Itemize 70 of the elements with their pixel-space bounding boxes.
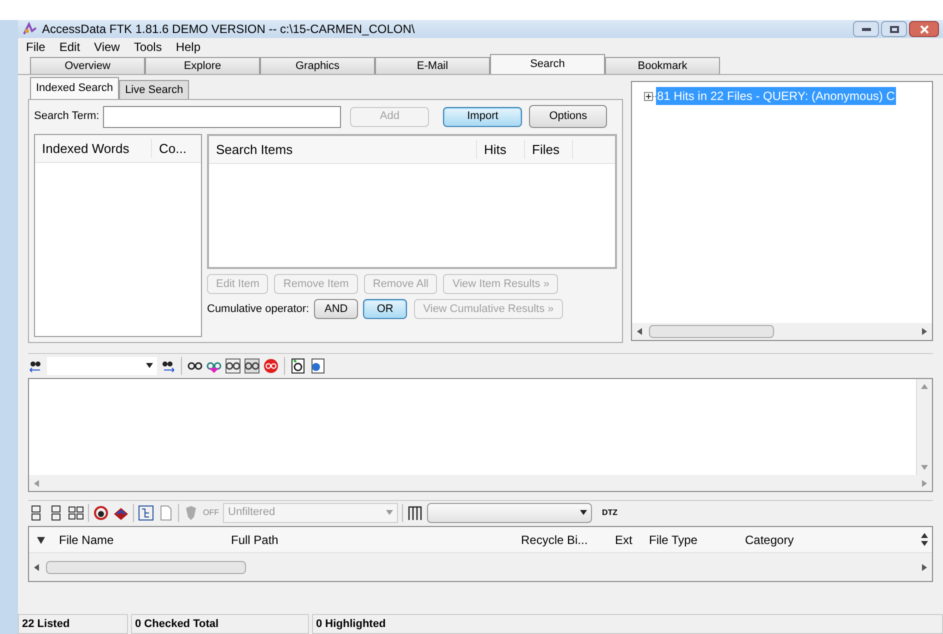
glasses-document-icon[interactable]	[244, 358, 260, 374]
status-field: 0 Highlighted	[312, 614, 943, 634]
window-title: AccessData FTK 1.81.6 DEMO VERSION -- c:\15-CARMEN_COLON\	[42, 21, 415, 38]
expand-icon[interactable]	[644, 92, 653, 100]
dropdown-arrow-icon	[580, 509, 587, 516]
menu-item[interactable]: File	[26, 38, 46, 56]
tab[interactable]: Bookmark	[605, 57, 720, 74]
columns-icon[interactable]	[407, 504, 423, 520]
term-button[interactable]: Import	[443, 106, 522, 126]
column-header[interactable]: Hits	[477, 140, 525, 160]
scroll-left-icon	[33, 564, 40, 570]
dropdown-field[interactable]	[427, 502, 592, 522]
horizontal-scrollbar[interactable]	[632, 323, 932, 340]
term-button[interactable]: Options	[529, 105, 608, 128]
close-icon	[920, 24, 928, 34]
page-icon[interactable]	[158, 504, 174, 520]
dropdown-arrow-icon	[386, 509, 393, 516]
grid-icon[interactable]	[68, 504, 84, 520]
column-header[interactable]: Co...	[152, 138, 194, 158]
horizontal-scrollbar[interactable]	[29, 553, 932, 581]
tree-view-icon[interactable]	[138, 504, 154, 520]
horizontal-scrollbar[interactable]	[29, 475, 932, 491]
scroll-down-icon	[921, 464, 928, 471]
cumulative-operator-label: Cumulative operator:	[207, 302, 310, 317]
web-page-icon[interactable]	[309, 358, 325, 374]
sort-icon[interactable]	[36, 534, 46, 544]
column-header[interactable]: Search Items	[209, 140, 477, 160]
tab[interactable]: Search	[490, 54, 605, 74]
glasses-document-icon[interactable]	[225, 358, 241, 374]
scroll-up-icon	[921, 383, 928, 390]
status-field: 22 Listed	[18, 614, 128, 634]
close-button[interactable]	[909, 21, 939, 37]
column-header[interactable]: Recycle Bi...	[515, 530, 609, 548]
filter-state: OFF	[203, 506, 219, 518]
search-term-label: Search Term:	[34, 109, 100, 124]
app-logo-icon	[22, 22, 38, 36]
column-header[interactable]: File Name	[53, 530, 225, 548]
column-header[interactable]: Indexed Words	[35, 138, 152, 158]
no-glasses-icon[interactable]	[263, 358, 279, 374]
dropdown-arrow-icon	[146, 362, 153, 369]
column-header[interactable]: File Type	[643, 530, 739, 548]
menu-item[interactable]: View	[94, 38, 120, 56]
spin-arrows-icon[interactable]	[921, 532, 928, 547]
column-header[interactable]: Files	[525, 140, 573, 160]
menu-item[interactable]: Tools	[134, 38, 162, 56]
tab[interactable]: Explore	[145, 57, 260, 74]
tab[interactable]: E-Mail	[375, 57, 490, 74]
tab[interactable]: Overview	[30, 57, 145, 74]
menu-item[interactable]: Edit	[59, 38, 80, 56]
column-header[interactable]: Ext	[609, 530, 643, 548]
menu-item[interactable]: Help	[176, 38, 201, 56]
search-tab[interactable]: Indexed Search	[30, 77, 120, 99]
search-term-field[interactable]	[103, 106, 342, 128]
maximize-button[interactable]	[881, 21, 907, 37]
scroll-right-icon	[921, 564, 928, 570]
vertical-scrollbar[interactable]	[916, 379, 932, 475]
operator-button[interactable]: OR	[363, 299, 408, 319]
scroll-left-icon	[33, 480, 40, 486]
scroll-left-icon	[636, 328, 643, 335]
status-field: 0 Checked Total	[131, 614, 309, 634]
operator-button[interactable]: AND	[314, 299, 358, 319]
search-tab[interactable]: Live Search	[119, 80, 190, 99]
minimize-button[interactable]	[853, 21, 879, 37]
dtz-label: DTZ	[602, 506, 618, 518]
column-header[interactable]: Category	[739, 530, 829, 548]
document-refresh-icon[interactable]	[290, 358, 306, 374]
scroll-right-icon	[921, 480, 928, 486]
column-header[interactable]: Full Path	[225, 530, 515, 548]
scroll-right-icon	[921, 328, 928, 335]
tab[interactable]: Graphics	[260, 57, 375, 74]
